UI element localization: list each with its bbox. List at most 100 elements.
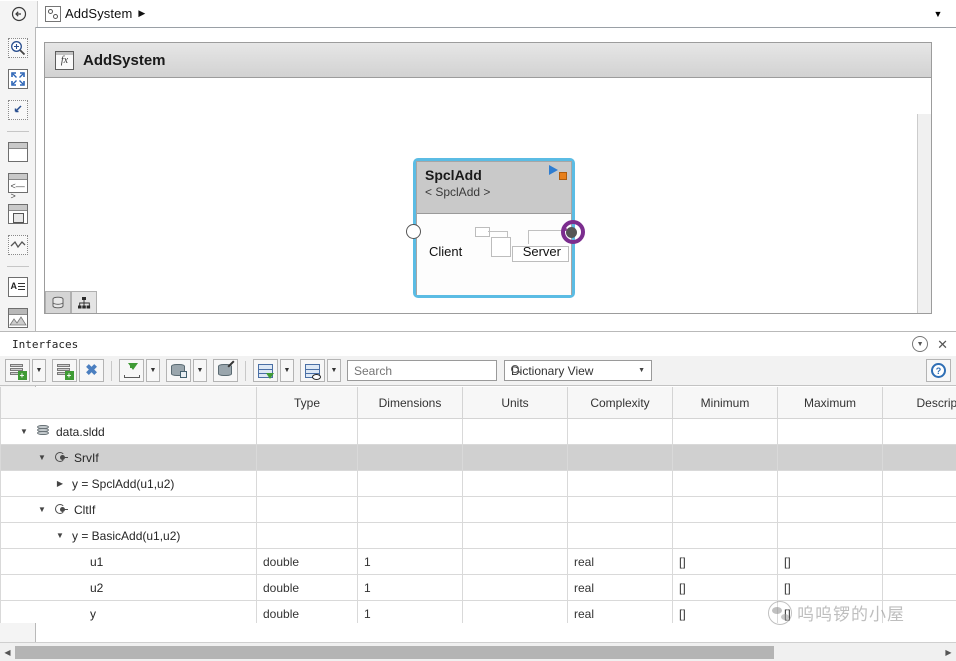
- view-options-caret[interactable]: ▼: [327, 359, 341, 382]
- cell-description[interactable]: [882, 600, 956, 623]
- link-dictionary-button[interactable]: [213, 359, 238, 382]
- scrollbar-thumb[interactable]: [15, 645, 775, 659]
- save-dictionary-caret[interactable]: ▼: [193, 359, 207, 382]
- cell-units[interactable]: [462, 522, 568, 549]
- add-element-button[interactable]: +: [52, 359, 77, 382]
- close-icon[interactable]: ✕: [937, 338, 948, 351]
- model-reference-tool-button[interactable]: [5, 201, 31, 227]
- cell-complexity[interactable]: [567, 522, 673, 549]
- cell-complexity[interactable]: real: [567, 574, 673, 601]
- export-caret[interactable]: ▼: [280, 359, 294, 382]
- search-input[interactable]: [352, 362, 511, 379]
- cell-type[interactable]: double: [256, 574, 358, 601]
- data-layer-badge[interactable]: [45, 291, 71, 313]
- col-header-dimensions[interactable]: Dimensions: [357, 387, 463, 419]
- col-header-description[interactable]: Description: [882, 387, 956, 419]
- search-box[interactable]: [347, 360, 519, 381]
- collapse-circle-icon[interactable]: ▼: [912, 336, 929, 352]
- col-header-minimum[interactable]: Minimum: [672, 387, 778, 419]
- cell-description[interactable]: [882, 522, 956, 549]
- canvas-body[interactable]: SpclAdd < SpclAdd > Client Server: [45, 78, 931, 313]
- table-row[interactable]: ▶ydouble1real[][]: [0, 600, 956, 623]
- delete-button[interactable]: ✖: [79, 359, 104, 382]
- fit-to-view-button[interactable]: [5, 66, 31, 92]
- cell-units[interactable]: [462, 418, 568, 445]
- cell-name[interactable]: ▼ data.sldd: [0, 418, 257, 445]
- cell-minimum[interactable]: []: [672, 548, 778, 575]
- cell-dimensions[interactable]: 1: [357, 600, 463, 623]
- cell-type[interactable]: [256, 444, 358, 471]
- subsystem-tool-button[interactable]: [5, 139, 31, 165]
- cell-complexity[interactable]: [567, 444, 673, 471]
- cell-complexity[interactable]: real: [567, 600, 673, 623]
- spcladd-block[interactable]: SpclAdd < SpclAdd > Client Server: [406, 158, 585, 298]
- cell-dimensions[interactable]: 1: [357, 548, 463, 575]
- export-button[interactable]: [253, 359, 278, 382]
- view-options-button[interactable]: [300, 359, 325, 382]
- cell-maximum[interactable]: [777, 418, 883, 445]
- cell-description[interactable]: [882, 496, 956, 523]
- canvas-vertical-scrollbar[interactable]: [917, 114, 931, 313]
- cell-type[interactable]: double: [256, 548, 358, 575]
- breadcrumb-label[interactable]: AddSystem: [65, 6, 132, 21]
- hierarchy-badge[interactable]: [71, 291, 97, 313]
- cell-complexity[interactable]: [567, 418, 673, 445]
- cell-complexity[interactable]: [567, 470, 673, 497]
- table-row[interactable]: ▼ CltIf: [0, 496, 956, 523]
- cell-units[interactable]: [462, 470, 568, 497]
- cell-type[interactable]: [256, 418, 358, 445]
- cell-dimensions[interactable]: [357, 444, 463, 471]
- cell-maximum[interactable]: []: [777, 574, 883, 601]
- table-row[interactable]: ▶u2double1real[][]: [0, 574, 956, 601]
- add-interface-caret[interactable]: ▼: [32, 359, 46, 382]
- scroll-right-arrow[interactable]: ▶: [941, 644, 956, 661]
- view-select[interactable]: Dictionary View ▼: [504, 360, 652, 381]
- col-header-maximum[interactable]: Maximum: [777, 387, 883, 419]
- cell-type[interactable]: [256, 470, 358, 497]
- cell-description[interactable]: [882, 418, 956, 445]
- col-header-type[interactable]: Type: [256, 387, 358, 419]
- cell-units[interactable]: [462, 600, 568, 623]
- code-block-tool-button[interactable]: <—>: [5, 170, 31, 201]
- interfaces-table-container[interactable]: Type Dimensions Units Complexity Minimum…: [0, 387, 956, 623]
- cell-name[interactable]: ▶y: [0, 600, 257, 623]
- cell-complexity[interactable]: real: [567, 548, 673, 575]
- table-row[interactable]: ▼ y = BasicAdd(u1,u2): [0, 522, 956, 549]
- col-header-complexity[interactable]: Complexity: [567, 387, 673, 419]
- cell-maximum[interactable]: [777, 470, 883, 497]
- row-twisty[interactable]: ▼: [17, 427, 31, 436]
- cell-description[interactable]: [882, 444, 956, 471]
- cell-dimensions[interactable]: 1: [357, 574, 463, 601]
- cell-description[interactable]: [882, 548, 956, 575]
- cell-minimum[interactable]: [672, 418, 778, 445]
- cell-dimensions[interactable]: [357, 418, 463, 445]
- cell-name[interactable]: ▼ y = BasicAdd(u1,u2): [0, 522, 257, 549]
- cell-name[interactable]: ▼ SrvIf: [0, 444, 257, 471]
- import-button[interactable]: [119, 359, 144, 382]
- cell-name[interactable]: ▶ y = SpclAdd(u1,u2): [0, 470, 257, 497]
- server-port-connector[interactable]: [566, 227, 577, 238]
- cell-minimum[interactable]: [672, 522, 778, 549]
- cell-minimum[interactable]: [672, 470, 778, 497]
- horizontal-scrollbar[interactable]: ◀ ▶: [0, 642, 956, 661]
- cell-description[interactable]: [882, 470, 956, 497]
- add-interface-button[interactable]: +: [5, 359, 30, 382]
- cell-minimum[interactable]: [672, 496, 778, 523]
- cell-type[interactable]: double: [256, 600, 358, 623]
- row-twisty[interactable]: ▶: [53, 479, 67, 488]
- cell-dimensions[interactable]: [357, 522, 463, 549]
- col-header-name[interactable]: [0, 387, 257, 419]
- cell-minimum[interactable]: [672, 444, 778, 471]
- row-twisty[interactable]: ▼: [35, 453, 49, 462]
- scrollbar-track[interactable]: [15, 645, 941, 659]
- pan-select-button[interactable]: [5, 97, 31, 123]
- cell-type[interactable]: [256, 496, 358, 523]
- zoom-tool-button[interactable]: [5, 35, 31, 61]
- table-row[interactable]: ▶u1double1real[][]: [0, 548, 956, 575]
- client-port-connector[interactable]: [406, 224, 421, 239]
- model-canvas[interactable]: fx AddSystem SpclAdd < SpclAdd > Client …: [44, 42, 932, 314]
- cell-units[interactable]: [462, 548, 568, 575]
- row-twisty[interactable]: ▼: [35, 505, 49, 514]
- breadcrumb-arrow-icon[interactable]: ▶: [138, 8, 145, 19]
- topbar-menu-button[interactable]: ▼: [920, 1, 956, 27]
